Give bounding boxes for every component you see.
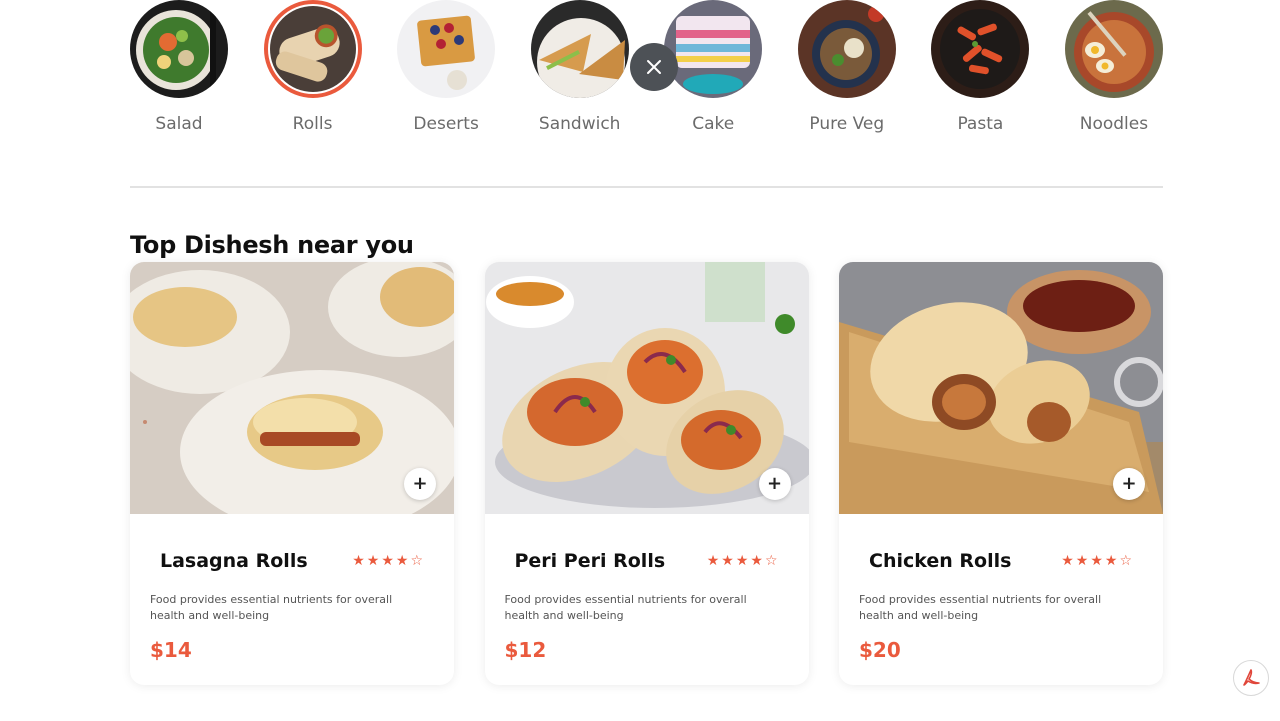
dish-image: +: [130, 262, 454, 514]
dish-description: Food provides essential nutrients for ov…: [859, 593, 1102, 622]
dish-name: Lasagna Rolls: [160, 550, 308, 572]
add-to-cart-button[interactable]: +: [404, 468, 436, 500]
category-label: Sandwich: [538, 114, 621, 134]
star-icon: ★: [706, 553, 721, 569]
category-label: Deserts: [413, 114, 479, 134]
dish-card[interactable]: + Peri Peri Rolls ★ ★ ★ ★ ☆ Food provides es…: [484, 262, 809, 685]
noodles-image: [1064, 0, 1163, 98]
star-icon: ★: [750, 553, 764, 569]
star-icon: ★: [1061, 553, 1075, 569]
close-button[interactable]: [630, 43, 678, 91]
rating-stars: ★ ★ ★ ★ ☆: [1061, 553, 1133, 569]
sandwich-image: [530, 0, 629, 98]
close-icon: [647, 60, 661, 74]
dish-price: $20: [859, 638, 901, 662]
cake-image: [664, 0, 763, 98]
dish-name: Chicken Rolls: [869, 550, 1012, 572]
category-label: Noodles: [1079, 114, 1149, 134]
dish-price: $12: [504, 638, 547, 662]
category-label: Salad: [155, 114, 203, 134]
pasta-image: [931, 0, 1030, 98]
star-icon: ★: [395, 553, 410, 569]
dish-description: Food provides essential nutrients for ov…: [504, 593, 747, 622]
dish-name: Peri Peri Rolls: [514, 550, 666, 572]
deserts-image: [397, 0, 496, 98]
divider: [130, 186, 1163, 188]
star-icon: ★: [1104, 553, 1119, 569]
add-to-cart-button[interactable]: +: [1113, 468, 1145, 500]
star-outline-icon: ☆: [1119, 553, 1133, 569]
dish-price: $14: [150, 638, 192, 662]
star-icon: ★: [721, 553, 735, 569]
star-icon: ★: [352, 553, 366, 569]
category-deserts[interactable]: Deserts: [397, 0, 496, 140]
star-icon: ★: [381, 553, 395, 569]
category-label: Rolls: [292, 114, 333, 134]
category-rolls[interactable]: Rolls: [263, 0, 362, 140]
category-sandwich[interactable]: Sandwich: [530, 0, 629, 140]
star-outline-icon: ☆: [764, 553, 779, 569]
add-to-cart-button[interactable]: +: [758, 468, 791, 500]
category-label: Pasta: [957, 114, 1004, 134]
category-cake[interactable]: Cake: [664, 0, 763, 140]
category-noodles[interactable]: Noodles: [1064, 0, 1163, 140]
category-salad[interactable]: Salad: [130, 0, 228, 140]
category-pasta[interactable]: Pasta: [931, 0, 1030, 140]
section-title: Top Dishesh near you: [130, 231, 414, 259]
pdf-icon[interactable]: [1233, 660, 1269, 696]
rating-stars: ★ ★ ★ ★ ☆: [352, 553, 424, 569]
star-icon: ★: [1090, 553, 1104, 569]
dish-image: +: [839, 262, 1163, 514]
star-icon: ★: [1075, 553, 1090, 569]
rating-stars: ★ ★ ★ ★ ☆: [707, 553, 779, 569]
category-label: Cake: [692, 114, 735, 134]
dish-description: Food provides essential nutrients for ov…: [150, 593, 393, 622]
dish-image: +: [484, 262, 809, 514]
category-label: Pure Veg: [809, 114, 885, 134]
dish-card[interactable]: + Lasagna Rolls ★ ★ ★ ★ ☆ Food provides esse…: [130, 262, 454, 685]
star-icon: ★: [366, 553, 381, 569]
category-pure-veg[interactable]: Pure Veg: [797, 0, 896, 140]
rolls-image: [263, 0, 362, 98]
dish-card[interactable]: + Chicken Rolls ★ ★ ★ ★ ☆ Food provides esse…: [839, 262, 1163, 685]
dish-list: + Lasagna Rolls ★ ★ ★ ★ ☆ Food provides esse…: [130, 262, 1163, 685]
salad-image: [130, 0, 228, 98]
star-outline-icon: ☆: [410, 553, 424, 569]
star-icon: ★: [735, 553, 750, 569]
pure-veg-image: [797, 0, 896, 98]
